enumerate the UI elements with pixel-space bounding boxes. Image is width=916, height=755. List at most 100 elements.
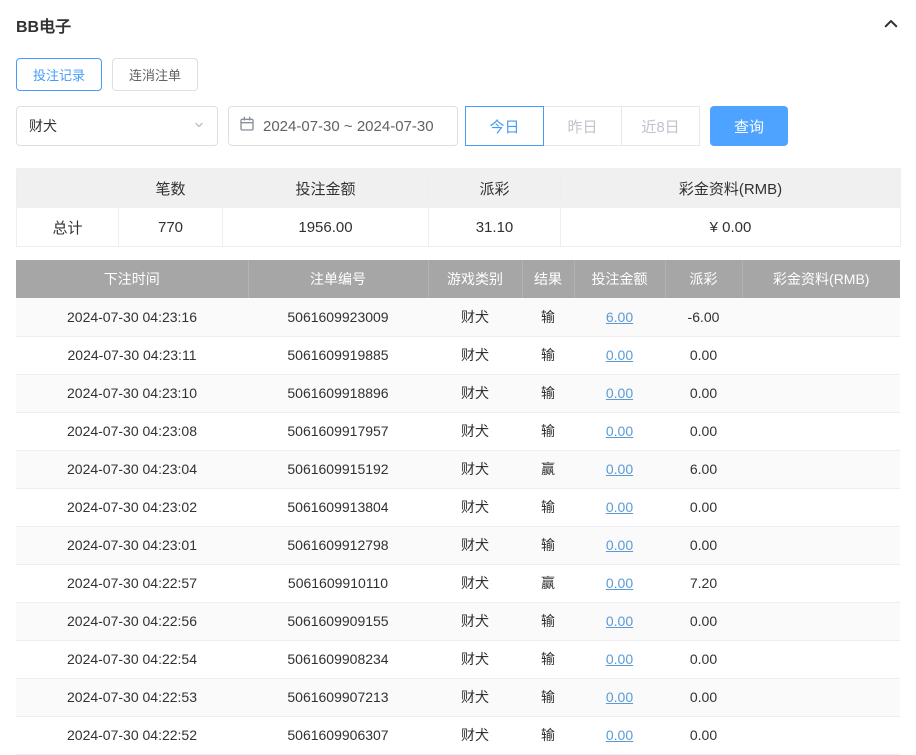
summary-header-row: 笔数投注金额派彩彩金资料(RMB)	[17, 169, 901, 208]
cell-order-id: 5061609915192	[248, 450, 428, 488]
cell-bet-amount: 0.00	[574, 412, 665, 450]
cell-result: 输	[522, 640, 574, 678]
cell-bet-time: 2024-07-30 04:23:16	[16, 298, 248, 336]
bet-amount-link[interactable]: 0.00	[606, 347, 633, 363]
table-row: 2024-07-30 04:23:025061609913804财犬输0.000…	[16, 488, 900, 526]
bet-amount-link[interactable]: 0.00	[606, 499, 633, 515]
bet-amount-link[interactable]: 0.00	[606, 575, 633, 591]
tab-bet-records[interactable]: 投注记录	[16, 58, 102, 91]
quick-button-today[interactable]: 今日	[465, 106, 544, 146]
cell-bet-time: 2024-07-30 04:23:02	[16, 488, 248, 526]
cell-bonus	[742, 488, 900, 526]
cell-bet-amount: 0.00	[574, 564, 665, 602]
cell-bonus	[742, 374, 900, 412]
cell-result: 输	[522, 374, 574, 412]
cell-payout: 0.00	[665, 602, 742, 640]
bet-amount-link[interactable]: 0.00	[606, 461, 633, 477]
cell-bonus	[742, 602, 900, 640]
table-body: 2024-07-30 04:23:165061609923009财犬输6.00-…	[16, 298, 900, 754]
cell-game-type: 财犬	[428, 640, 522, 678]
quick-button-yesterday[interactable]: 昨日	[543, 106, 622, 146]
table-header-cell: 下注时间	[16, 260, 248, 298]
date-range-value: 2024-07-30 ~ 2024-07-30	[263, 118, 434, 135]
cell-payout: 0.00	[665, 336, 742, 374]
table-row: 2024-07-30 04:23:165061609923009财犬输6.00-…	[16, 298, 900, 336]
cell-game-type: 财犬	[428, 526, 522, 564]
cell-bet-amount: 0.00	[574, 526, 665, 564]
cell-bonus	[742, 336, 900, 374]
cell-result: 输	[522, 298, 574, 336]
bet-amount-link[interactable]: 0.00	[606, 613, 633, 629]
cell-payout: 6.00	[665, 450, 742, 488]
cell-order-id: 5061609913804	[248, 488, 428, 526]
cell-bet-amount: 0.00	[574, 602, 665, 640]
summary-header-cell: 投注金额	[223, 169, 429, 208]
bet-amount-link[interactable]: 0.00	[606, 689, 633, 705]
cell-payout: 0.00	[665, 412, 742, 450]
game-select[interactable]: 财犬	[16, 106, 218, 146]
cell-bonus	[742, 298, 900, 336]
date-range-picker[interactable]: 2024-07-30 ~ 2024-07-30	[228, 106, 458, 146]
cell-bet-time: 2024-07-30 04:22:56	[16, 602, 248, 640]
tab-canceled-orders[interactable]: 连消注单	[112, 58, 198, 91]
bet-amount-link[interactable]: 0.00	[606, 385, 633, 401]
cell-bet-time: 2024-07-30 04:22:57	[16, 564, 248, 602]
search-button[interactable]: 查询	[710, 106, 788, 146]
cell-payout: 0.00	[665, 640, 742, 678]
bet-amount-link[interactable]: 0.00	[606, 423, 633, 439]
table-header-cell: 派彩	[665, 260, 742, 298]
bet-amount-link[interactable]: 6.00	[606, 309, 633, 325]
cell-game-type: 财犬	[428, 488, 522, 526]
chevron-up-icon	[882, 15, 900, 36]
cell-order-id: 5061609907213	[248, 678, 428, 716]
cell-game-type: 财犬	[428, 450, 522, 488]
bet-amount-link[interactable]: 0.00	[606, 727, 633, 743]
cell-result: 输	[522, 526, 574, 564]
cell-order-id: 5061609906307	[248, 716, 428, 754]
summary-header-cell	[17, 169, 119, 208]
bet-amount-link[interactable]: 0.00	[606, 651, 633, 667]
table-header-row: 下注时间注单编号游戏类别结果投注金额派彩彩金资料(RMB)	[16, 260, 900, 298]
chevron-down-icon	[193, 118, 205, 134]
summary-bonus: ¥ 0.00	[561, 208, 901, 247]
cell-result: 输	[522, 716, 574, 754]
game-select-value: 财犬	[29, 116, 57, 136]
cell-bet-amount: 0.00	[574, 640, 665, 678]
cell-game-type: 财犬	[428, 412, 522, 450]
cell-bet-time: 2024-07-30 04:23:08	[16, 412, 248, 450]
table-row: 2024-07-30 04:23:115061609919885财犬输0.000…	[16, 336, 900, 374]
bet-amount-link[interactable]: 0.00	[606, 537, 633, 553]
summary-payout: 31.10	[429, 208, 561, 247]
cell-result: 输	[522, 602, 574, 640]
summary-table: 笔数投注金额派彩彩金资料(RMB) 总计 770 1956.00 31.10 ¥…	[16, 168, 901, 247]
cell-game-type: 财犬	[428, 336, 522, 374]
cell-payout: 0.00	[665, 526, 742, 564]
table-row: 2024-07-30 04:22:565061609909155财犬输0.000…	[16, 602, 900, 640]
summary-count: 770	[119, 208, 223, 247]
table-row: 2024-07-30 04:23:015061609912798财犬输0.000…	[16, 526, 900, 564]
cell-bet-amount: 0.00	[574, 336, 665, 374]
date-quick-buttons: 今日昨日近8日	[466, 106, 700, 146]
table-row: 2024-07-30 04:23:085061609917957财犬输0.000…	[16, 412, 900, 450]
calendar-icon	[239, 116, 255, 136]
cell-payout: -6.00	[665, 298, 742, 336]
cell-bet-amount: 6.00	[574, 298, 665, 336]
cell-bet-amount: 0.00	[574, 450, 665, 488]
table-header-cell: 投注金额	[574, 260, 665, 298]
cell-bet-time: 2024-07-30 04:23:04	[16, 450, 248, 488]
cell-bonus	[742, 450, 900, 488]
cell-bonus	[742, 678, 900, 716]
quick-button-last-8-days[interactable]: 近8日	[621, 106, 700, 146]
cell-game-type: 财犬	[428, 602, 522, 640]
table-row: 2024-07-30 04:22:525061609906307财犬输0.000…	[16, 716, 900, 754]
cell-bonus	[742, 716, 900, 754]
cell-bet-amount: 0.00	[574, 716, 665, 754]
records-table: 下注时间注单编号游戏类别结果投注金额派彩彩金资料(RMB) 2024-07-30…	[16, 260, 900, 755]
cell-game-type: 财犬	[428, 298, 522, 336]
cell-bet-time: 2024-07-30 04:23:01	[16, 526, 248, 564]
table-header-cell: 游戏类别	[428, 260, 522, 298]
cell-bonus	[742, 526, 900, 564]
summary-header-cell: 笔数	[119, 169, 223, 208]
summary-bet-amount: 1956.00	[223, 208, 429, 247]
collapse-panel-button[interactable]	[882, 15, 900, 36]
